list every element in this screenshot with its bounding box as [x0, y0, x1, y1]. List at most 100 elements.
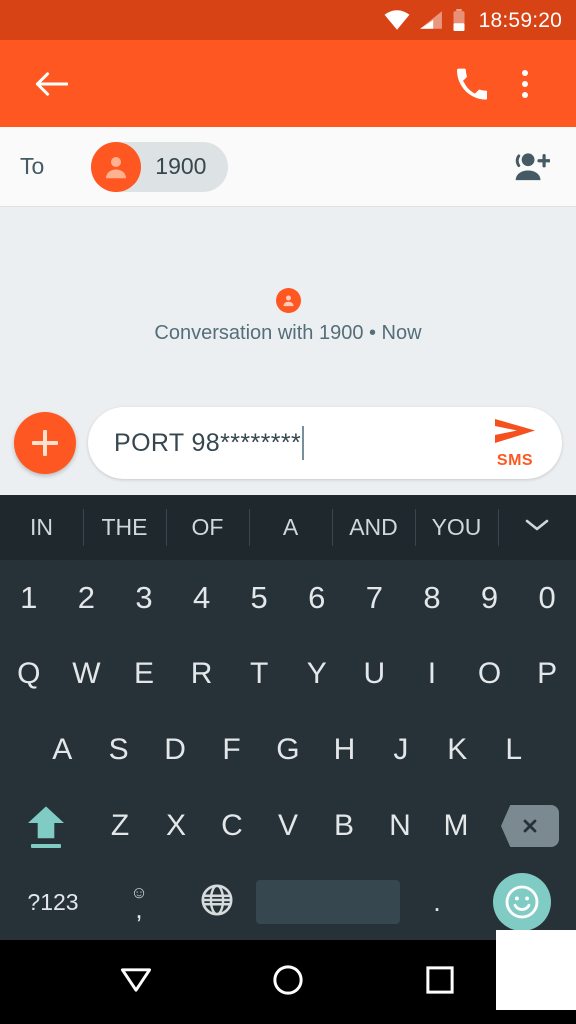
key-5[interactable]: 5	[230, 560, 288, 636]
key-o[interactable]: O	[461, 636, 519, 712]
shift-caps-lock-icon	[25, 805, 67, 848]
signal-icon	[419, 10, 443, 30]
key-i[interactable]: I	[403, 636, 461, 712]
space-key[interactable]	[256, 864, 400, 940]
language-switch-key[interactable]	[178, 864, 256, 940]
screen-overlay-block	[496, 930, 576, 1010]
nav-back-button[interactable]	[101, 947, 171, 1017]
key-4[interactable]: 4	[173, 560, 231, 636]
send-icon	[493, 417, 537, 450]
message-input-field[interactable]: PORT 98******** SMS	[88, 407, 562, 479]
suggestion-item[interactable]: OF	[166, 495, 249, 560]
key-q[interactable]: Q	[0, 636, 58, 712]
key-h[interactable]: H	[316, 712, 372, 788]
on-screen-keyboard: IN THE OF A AND YOU 1 2 3 4 5 6 7 8 9 0 …	[0, 495, 576, 940]
app-bar	[0, 40, 576, 127]
recents-square-icon	[425, 965, 455, 1000]
keyboard-row-function: ?123 ☺ , .	[0, 864, 576, 940]
key-p[interactable]: P	[518, 636, 576, 712]
period-key[interactable]: .	[400, 864, 474, 940]
wifi-icon	[384, 10, 410, 30]
conversation-avatar-icon	[275, 287, 301, 313]
suggestion-item[interactable]: YOU	[415, 495, 498, 560]
chevron-down-icon	[524, 517, 550, 538]
overflow-menu-button[interactable]	[498, 57, 552, 111]
suggestion-item[interactable]: A	[249, 495, 332, 560]
comma-key[interactable]: ☺ ,	[100, 864, 178, 940]
key-m[interactable]: M	[428, 788, 484, 864]
key-c[interactable]: C	[204, 788, 260, 864]
suggestion-item[interactable]: IN	[0, 495, 83, 560]
key-a[interactable]: A	[34, 712, 90, 788]
key-s[interactable]: S	[90, 712, 146, 788]
key-1[interactable]: 1	[0, 560, 58, 636]
key-9[interactable]: 9	[461, 560, 519, 636]
key-k[interactable]: K	[429, 712, 485, 788]
back-button[interactable]	[24, 57, 78, 111]
attach-button[interactable]	[14, 412, 76, 474]
globe-language-icon	[200, 883, 234, 922]
message-text-wrap: PORT 98********	[114, 426, 474, 460]
to-label: To	[20, 153, 45, 179]
key-7[interactable]: 7	[346, 560, 404, 636]
home-circle-icon	[272, 964, 304, 1001]
phone-screen: 18:59:20 To 1900 Conversation with 1900 …	[0, 0, 576, 1024]
key-b[interactable]: B	[316, 788, 372, 864]
space-bar-surface	[256, 880, 400, 924]
key-0[interactable]: 0	[518, 560, 576, 636]
keyboard-row-numbers: 1 2 3 4 5 6 7 8 9 0	[0, 560, 576, 636]
shift-key[interactable]	[0, 788, 92, 864]
conversation-area: Conversation with 1900 • Now PORT 98****…	[0, 207, 576, 495]
emoji-smiley-icon	[493, 873, 551, 931]
key-w[interactable]: W	[58, 636, 116, 712]
key-e[interactable]: E	[115, 636, 173, 712]
key-v[interactable]: V	[260, 788, 316, 864]
message-input-text: PORT 98********	[114, 428, 302, 457]
backspace-icon	[501, 805, 559, 847]
suggestion-item[interactable]: AND	[332, 495, 415, 560]
add-people-button[interactable]	[506, 142, 556, 192]
compose-bar: PORT 98******** SMS	[0, 407, 576, 479]
keyboard-row-qwerty: Q W E R T Y U I O P	[0, 636, 576, 712]
keyboard-dismiss-icon	[119, 965, 153, 1000]
key-n[interactable]: N	[372, 788, 428, 864]
key-6[interactable]: 6	[288, 560, 346, 636]
suggestion-item[interactable]: THE	[83, 495, 166, 560]
key-g[interactable]: G	[260, 712, 316, 788]
status-bar: 18:59:20	[0, 0, 576, 40]
plus-icon	[32, 430, 58, 456]
key-u[interactable]: U	[346, 636, 404, 712]
key-y[interactable]: Y	[288, 636, 346, 712]
overflow-dots-icon	[522, 69, 528, 98]
recipient-chip[interactable]: 1900	[91, 141, 229, 192]
recipient-row: To 1900	[0, 127, 576, 207]
symbols-key[interactable]: ?123	[6, 864, 100, 940]
suggestions-expand-button[interactable]	[498, 495, 576, 560]
send-sms-label: SMS	[496, 451, 534, 469]
call-button[interactable]	[444, 57, 498, 111]
text-caret	[302, 426, 305, 460]
comma-key-label: ,	[135, 894, 143, 925]
send-button[interactable]: SMS	[474, 417, 556, 470]
person-icon	[91, 141, 142, 192]
key-2[interactable]: 2	[58, 560, 116, 636]
emoji-key[interactable]	[474, 864, 570, 940]
key-f[interactable]: F	[203, 712, 259, 788]
nav-recents-button[interactable]	[405, 947, 475, 1017]
key-d[interactable]: D	[147, 712, 203, 788]
key-l[interactable]: L	[486, 712, 542, 788]
keyboard-row-home: A S D F G H J K L	[0, 712, 576, 788]
key-j[interactable]: J	[373, 712, 429, 788]
key-x[interactable]: X	[148, 788, 204, 864]
navigation-bar	[0, 940, 576, 1024]
battery-icon	[452, 9, 466, 31]
suggestion-bar: IN THE OF A AND YOU	[0, 495, 576, 560]
key-3[interactable]: 3	[115, 560, 173, 636]
key-z[interactable]: Z	[92, 788, 148, 864]
nav-home-button[interactable]	[253, 947, 323, 1017]
conversation-header-text: Conversation with 1900 • Now	[154, 321, 422, 344]
key-8[interactable]: 8	[403, 560, 461, 636]
key-r[interactable]: R	[173, 636, 231, 712]
key-t[interactable]: T	[230, 636, 288, 712]
backspace-key[interactable]	[484, 788, 576, 864]
